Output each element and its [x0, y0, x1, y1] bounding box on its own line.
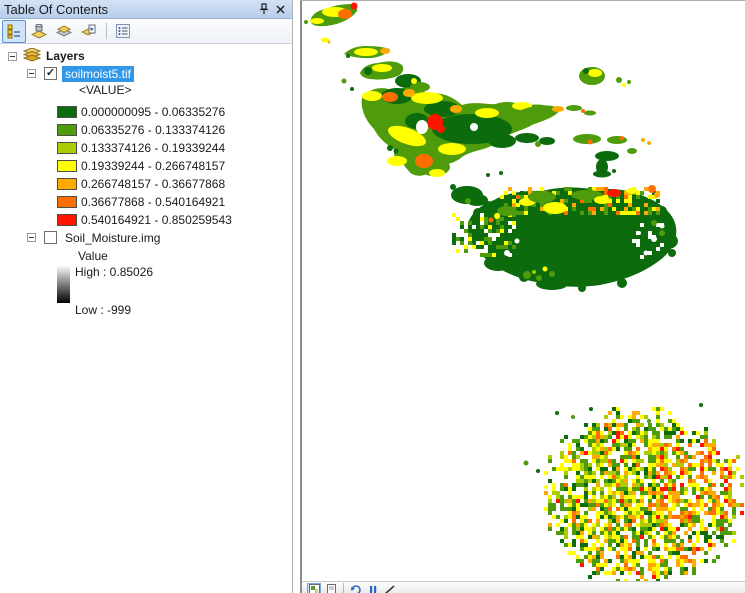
- legend-swatch[interactable]: [57, 106, 77, 118]
- legend-swatch[interactable]: [57, 214, 77, 226]
- list-by-selection-button[interactable]: [77, 20, 101, 43]
- legend-class-row: 0.266748157 - 0.36677868: [0, 175, 291, 193]
- legend-swatch[interactable]: [57, 124, 77, 136]
- stretch-high-label: High : 0.85026: [75, 265, 153, 279]
- legend-class-label: 0.06335276 - 0.133374126: [81, 123, 225, 137]
- legend-class-label: 0.540164921 - 0.850259543: [81, 213, 232, 227]
- options-icon: [115, 23, 131, 39]
- legend-swatch[interactable]: [57, 196, 77, 208]
- layout-view-button[interactable]: [324, 583, 338, 593]
- stretch-color-ramp: [57, 265, 70, 303]
- legend-field-header: <VALUE>: [0, 82, 291, 97]
- legend-class-row: 0.540164921 - 0.850259543: [0, 211, 291, 229]
- list-by-drawing-order-button[interactable]: [2, 20, 26, 43]
- list-by-source-icon: [31, 23, 47, 39]
- raster-streak-island: [344, 46, 390, 58]
- close-icon[interactable]: [272, 2, 288, 16]
- legend-class-label: 0.36677868 - 0.540164921: [81, 195, 225, 209]
- toc-toolbar: [0, 19, 292, 44]
- legend-class-row: 0.36677868 - 0.540164921: [0, 193, 291, 211]
- collapse-toggle-icon[interactable]: [27, 69, 36, 78]
- toolbar-separator: [106, 23, 107, 39]
- legend-swatch[interactable]: [57, 160, 77, 172]
- list-by-visibility-button[interactable]: [52, 20, 76, 43]
- map-view[interactable]: [300, 0, 745, 593]
- panel-title: Table Of Contents: [4, 2, 256, 17]
- pencil-icon: [384, 584, 396, 593]
- pause-drawing-button[interactable]: [366, 583, 380, 593]
- pause-drawing-icon: [368, 584, 378, 593]
- data-view-button[interactable]: [307, 583, 321, 593]
- layers-tree: Layers soilmoist5.tif <VALUE> 0.00000009…: [0, 45, 291, 593]
- pencil-button[interactable]: [383, 583, 397, 593]
- panel-header[interactable]: Table Of Contents: [0, 0, 292, 19]
- legend-swatch[interactable]: [57, 178, 77, 190]
- auto-hide-pin-icon[interactable]: [256, 2, 272, 16]
- view-toggle-bar: [302, 581, 745, 593]
- legend-class-label: 0.266748157 - 0.36677868: [81, 177, 225, 191]
- legend-class-label: 0.000000095 - 0.06335276: [81, 105, 225, 119]
- layer-row-soilmoist5[interactable]: soilmoist5.tif: [0, 65, 291, 82]
- raster-main-landmass: [362, 87, 559, 177]
- list-by-visibility-icon: [56, 23, 72, 39]
- view-toolbar-separator: [343, 583, 344, 593]
- layer-row-soil-moisture-img[interactable]: Soil_Moisture.img: [0, 229, 291, 246]
- legend-class-list: 0.000000095 - 0.06335276 0.06335276 - 0.…: [0, 103, 291, 229]
- legend-class-label: 0.133374126 - 0.19339244: [81, 141, 225, 155]
- refresh-view-icon: [350, 584, 362, 593]
- stretch-value-label: Value: [0, 249, 291, 263]
- list-by-drawing-order-icon: [6, 23, 22, 39]
- raster-south-cluster: [544, 407, 744, 583]
- table-of-contents-panel: Table Of Contents: [0, 0, 293, 593]
- layer-name-label[interactable]: Soil_Moisture.img: [62, 230, 163, 246]
- layout-view-icon: [326, 584, 337, 593]
- layers-group-label[interactable]: Layers: [46, 49, 85, 63]
- layer-visibility-checkbox[interactable]: [44, 231, 57, 244]
- layer-name-label[interactable]: soilmoist5.tif: [62, 66, 134, 82]
- raster-large-dark-blob: [450, 169, 678, 292]
- data-view-icon: [309, 584, 320, 593]
- layers-group-row[interactable]: Layers: [0, 47, 291, 65]
- collapse-toggle-icon[interactable]: [8, 52, 17, 61]
- layers-group-icon: [23, 48, 41, 65]
- layer-visibility-checkbox[interactable]: [44, 67, 57, 80]
- legend-swatch[interactable]: [57, 142, 77, 154]
- arcmap-window: Table Of Contents: [0, 0, 745, 593]
- collapse-toggle-icon[interactable]: [27, 233, 36, 242]
- refresh-view-button[interactable]: [349, 583, 363, 593]
- list-by-selection-icon: [81, 23, 97, 39]
- legend-class-row: 0.133374126 - 0.19339244: [0, 139, 291, 157]
- soil-moisture-raster-map[interactable]: [302, 1, 745, 583]
- legend-class-row: 0.000000095 - 0.06335276: [0, 103, 291, 121]
- legend-class-row: 0.06335276 - 0.133374126: [0, 121, 291, 139]
- legend-class-row: 0.19339244 - 0.266748157: [0, 157, 291, 175]
- raster-archipelago: [342, 61, 431, 92]
- legend-class-label: 0.19339244 - 0.266748157: [81, 159, 225, 173]
- list-by-source-button[interactable]: [27, 20, 51, 43]
- stretch-low-label: Low : -999: [75, 303, 131, 317]
- raster-patch-northwest: [304, 3, 358, 44]
- stretch-legend: High : 0.85026 Low : -999: [0, 263, 291, 323]
- options-button[interactable]: [111, 20, 135, 43]
